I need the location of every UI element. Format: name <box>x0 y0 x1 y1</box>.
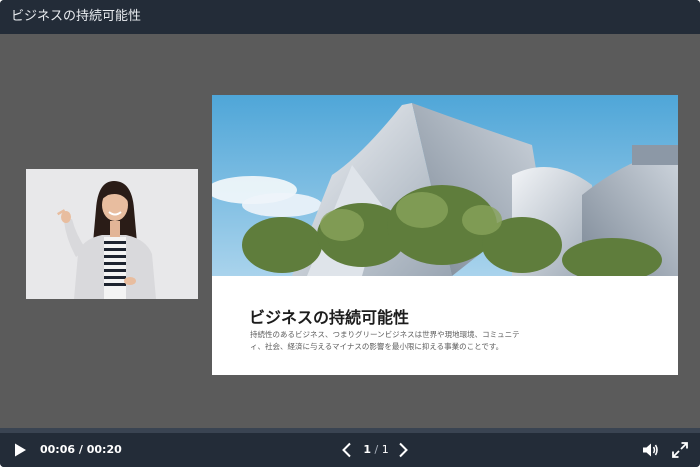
slide-body: 持続性のあるビジネス、つまりグリーンビジネスは世界や現地環境、コミュニティ、社会… <box>250 330 520 351</box>
page-indicator: 1 / 1 <box>360 433 392 467</box>
player-controls: 00:06 / 00:20 1 / 1 <box>0 433 700 467</box>
volume-icon <box>643 443 658 457</box>
fullscreen-button[interactable] <box>671 441 689 459</box>
play-icon <box>15 443 26 457</box>
slide-photo <box>212 95 678 276</box>
page-separator: / <box>374 443 379 456</box>
slide-title: ビジネスの持続可能性 <box>249 308 410 327</box>
current-time: 00:06 <box>40 443 76 456</box>
window-title: ビジネスの持続可能性 <box>0 0 700 34</box>
next-slide-button[interactable] <box>395 442 411 458</box>
play-button[interactable] <box>12 442 28 458</box>
architecture-image <box>212 95 678 276</box>
previous-slide-button[interactable] <box>339 442 355 458</box>
time-display: 00:06 / 00:20 <box>40 433 122 467</box>
page-current: 1 <box>363 443 371 456</box>
chevron-left-icon <box>342 442 351 458</box>
time-separator: / <box>78 443 83 456</box>
presenter-image <box>26 169 198 299</box>
slide: ビジネスの持続可能性 持続性のあるビジネス、つまりグリーンビジネスは世界や現地環… <box>212 95 678 375</box>
chevron-right-icon <box>399 442 408 458</box>
fullscreen-icon <box>672 442 688 458</box>
page-total: 1 <box>381 443 389 456</box>
presenter-video <box>26 169 198 299</box>
player-window: ビジネスの持続可能性 ビジネスの持続可能性 持続性のあるビジネス、つまりグリーン… <box>0 0 700 467</box>
duration: 00:20 <box>86 443 122 456</box>
volume-button[interactable] <box>641 441 659 459</box>
